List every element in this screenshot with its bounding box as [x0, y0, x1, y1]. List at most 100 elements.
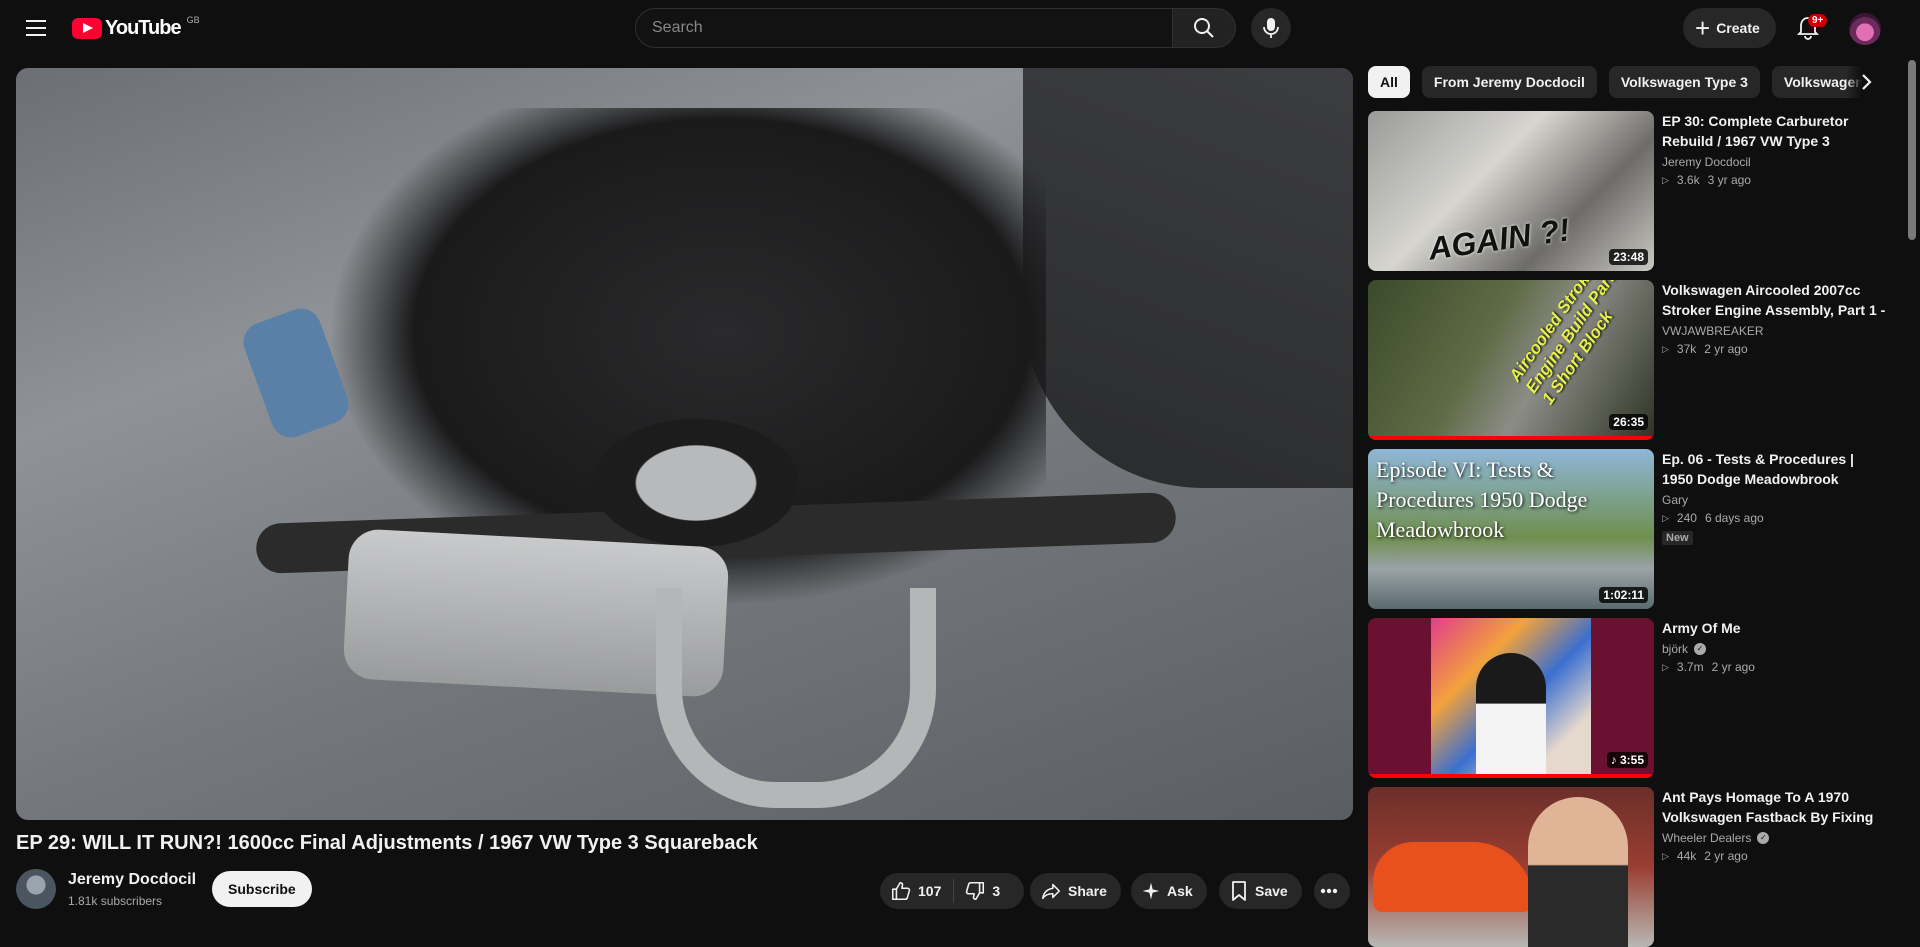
top-bar: YouTube GB + Create 9+	[0, 0, 1920, 56]
video-frame-pipe	[656, 588, 936, 808]
rec-channel: Jeremy Docdocil	[1662, 155, 1751, 169]
recommendation-item[interactable]: Episode VI: Tests & Procedures 1950 Dodg…	[1368, 449, 1888, 609]
music-note-icon: ♪	[1610, 753, 1620, 767]
save-button[interactable]: Save	[1219, 873, 1302, 909]
ask-label: Ask	[1167, 883, 1193, 899]
album-art-figure	[1476, 653, 1546, 778]
album-art	[1431, 618, 1591, 778]
search-icon	[1194, 18, 1214, 38]
duration-badge: ♪ 3:55	[1606, 752, 1648, 768]
more-actions-button[interactable]	[1314, 873, 1350, 909]
subscriber-count: 1.81k subscribers	[68, 894, 163, 908]
video-player[interactable]	[16, 68, 1353, 820]
rec-title: Ep. 06 - Tests & Procedures | 1950 Dodge…	[1662, 451, 1854, 487]
rec-title: Volkswagen Aircooled 2007cc Stroker Engi…	[1662, 282, 1886, 318]
chip-from-channel[interactable]: From Jeremy Docdocil	[1421, 66, 1597, 98]
country-code: GB	[186, 15, 200, 25]
dislike-count: 3	[992, 883, 1001, 899]
chevron-right-icon	[1862, 74, 1872, 90]
rec-views: 3.6k	[1676, 173, 1700, 187]
channel-name[interactable]: Jeremy Docdocil	[68, 871, 196, 889]
thumbnail-text: Episode VI: Tests & Procedures 1950 Dodg…	[1376, 457, 1588, 542]
search-box	[635, 8, 1173, 48]
watch-progress	[1368, 774, 1654, 778]
verified-icon: ✓	[1694, 643, 1707, 655]
recommendation-item[interactable]: AGAIN ?! 23:48 EP 30: Complete Carbureto…	[1368, 111, 1888, 271]
ask-button[interactable]: Ask	[1131, 873, 1207, 909]
watch-progress	[1368, 436, 1654, 440]
play-icon: ▷	[1662, 661, 1669, 672]
like-count: 107	[918, 883, 942, 899]
recommendation-item[interactable]: Ant Pays Homage To A 1970 Volkswagen Fas…	[1368, 787, 1888, 947]
youtube-logo[interactable]: YouTube GB	[72, 15, 200, 40]
video-title: EP 29: WILL IT RUN?! 1600cc Final Adjust…	[16, 832, 758, 854]
rec-channel: Gary	[1662, 493, 1689, 507]
duration-text: 3:55	[1619, 753, 1644, 767]
logo-text: YouTube	[105, 16, 182, 39]
create-label: Create	[1716, 20, 1760, 36]
video-thumbnail[interactable]: Episode VI: Tests & Procedures 1950 Dodg…	[1368, 449, 1654, 609]
like-dislike-group: 107 3	[880, 873, 1024, 909]
chip-volkswagen-type-3[interactable]: Volkswagen Type 3	[1608, 66, 1760, 98]
thumbs-up-icon	[891, 881, 911, 901]
rec-views: 240	[1676, 511, 1697, 525]
thumbnail-text: AGAIN ?!	[1426, 211, 1572, 267]
plus-icon: +	[1695, 13, 1711, 43]
video-thumbnail[interactable]: ♪ 3:55	[1368, 618, 1654, 778]
microphone-icon	[1263, 18, 1279, 38]
filter-chips: All From Jeremy Docdocil Volkswagen Type…	[1368, 66, 1888, 98]
play-icon: ▷	[1662, 512, 1669, 523]
thumbs-down-icon	[966, 881, 985, 901]
scrollbar-thumb[interactable]	[1908, 60, 1916, 240]
verified-icon: ✓	[1757, 832, 1770, 844]
chip-all[interactable]: All	[1368, 66, 1410, 98]
more-horizontal-icon	[1320, 888, 1338, 894]
play-icon: ▷	[1662, 174, 1669, 185]
notification-badge: 9+	[1808, 14, 1828, 27]
dislike-button[interactable]: 3	[954, 880, 1010, 902]
bookmark-icon	[1232, 881, 1246, 901]
rec-title: Ant Pays Homage To A 1970 Volkswagen Fas…	[1662, 789, 1874, 825]
rec-channel: Wheeler Dealers	[1662, 831, 1752, 845]
rec-channel: VWJAWBREAKER	[1662, 324, 1764, 338]
duration-badge: 23:48	[1609, 249, 1648, 265]
rec-title: Army Of Me	[1662, 620, 1741, 636]
rec-age: 2 yr ago	[1704, 849, 1748, 863]
video-frame-leg	[1023, 68, 1353, 488]
share-label: Share	[1068, 883, 1107, 899]
share-button[interactable]: Share	[1030, 873, 1121, 909]
menu-icon[interactable]	[20, 15, 52, 41]
play-icon: ▷	[1662, 343, 1669, 354]
account-avatar[interactable]	[1849, 13, 1881, 45]
rec-title: EP 30: Complete Carburetor Rebuild / 196…	[1662, 113, 1849, 149]
rec-age: 3 yr ago	[1707, 173, 1751, 187]
thumbnail-car	[1373, 842, 1533, 912]
video-thumbnail[interactable]: AGAIN ?! 23:48	[1368, 111, 1654, 271]
video-thumbnail[interactable]: Aircooled Stroker Engine Build Part 1 Sh…	[1368, 280, 1654, 440]
create-button[interactable]: + Create	[1683, 8, 1776, 48]
rec-age: 6 days ago	[1704, 511, 1764, 525]
new-badge: New	[1662, 531, 1693, 545]
rec-age: 2 yr ago	[1711, 660, 1755, 674]
like-button[interactable]: 107	[880, 879, 955, 903]
recommendation-item[interactable]: ♪ 3:55 Army Of Me björk ✓ ▷ 3.7m 2 yr ago	[1368, 618, 1888, 778]
search-button[interactable]	[1172, 8, 1236, 48]
thumbnail-person	[1528, 797, 1628, 947]
video-frame-fan	[576, 408, 816, 558]
rec-channel: björk	[1662, 642, 1689, 656]
recommendation-item[interactable]: Aircooled Stroker Engine Build Part 1 Sh…	[1368, 280, 1888, 440]
play-icon: ▷	[1662, 850, 1669, 861]
chips-next-button[interactable]	[1846, 66, 1886, 98]
channel-avatar[interactable]	[16, 869, 56, 909]
search-input[interactable]	[636, 9, 1168, 47]
video-thumbnail[interactable]	[1368, 787, 1654, 947]
sparkle-icon	[1142, 882, 1160, 900]
thumbnail-text: Aircooled Stroker Engine Build Part 1 Sh…	[1505, 280, 1619, 409]
duration-badge: 26:35	[1609, 414, 1648, 430]
subscribe-button[interactable]: Subscribe	[212, 871, 312, 907]
rec-age: 2 yr ago	[1704, 342, 1748, 356]
rec-views: 3.7m	[1676, 660, 1704, 674]
voice-search-button[interactable]	[1251, 8, 1291, 48]
rec-views: 37k	[1676, 342, 1697, 356]
youtube-play-icon	[72, 17, 102, 39]
